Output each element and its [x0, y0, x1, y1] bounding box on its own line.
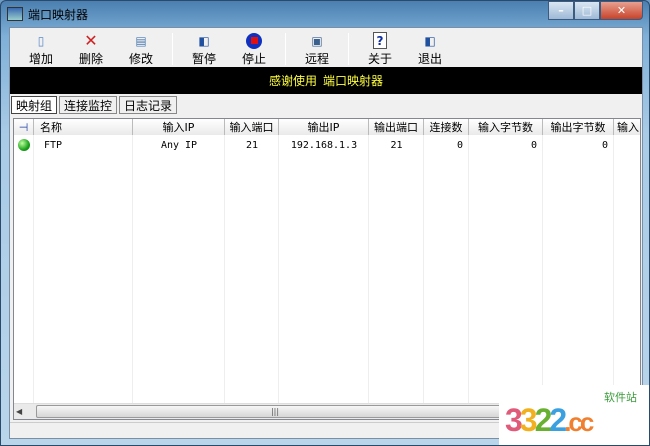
- column-header-connections[interactable]: 连接数: [424, 119, 469, 135]
- toolbar-separator: [285, 33, 286, 65]
- tab-log[interactable]: 日志记录: [119, 96, 178, 114]
- edit-icon: ▤: [135, 33, 147, 48]
- tab-bar: 映射组 连接监控 日志记录: [11, 96, 178, 114]
- pause-label: 暂停: [191, 52, 216, 66]
- column-header-pin-icon[interactable]: ⊣: [14, 119, 34, 135]
- app-window: 端口映射器 – □ ✕ ▯ 增加 ✕ 删除 ▤ 修改 ◧ 暂停 停止 ▣ 远程 ? 关于 ◧…: [0, 0, 650, 446]
- network-computers-icon: ▣: [311, 33, 323, 48]
- column-header-input-more[interactable]: 输入: [614, 119, 640, 135]
- window-title: 端口映射器: [28, 7, 89, 22]
- scroll-left-arrow-icon[interactable]: ◀: [16, 407, 22, 416]
- add-label: 增加: [28, 52, 53, 66]
- banner-app-name: 端口映射器: [323, 74, 384, 88]
- column-header-output-ip[interactable]: 输出IP: [279, 119, 369, 135]
- about-button[interactable]: ? 关于: [355, 31, 405, 67]
- column-header-output-port[interactable]: 输出端口: [369, 119, 424, 135]
- remote-button[interactable]: ▣ 远程: [292, 31, 342, 67]
- table-row[interactable]: FTP Any IP 21 192.168.1.3 21 0 0 0: [14, 137, 614, 153]
- column-header-output-bytes[interactable]: 输出字节数: [543, 119, 614, 135]
- column-header-input-port[interactable]: 输入端口: [225, 119, 279, 135]
- door-icon: ◧: [198, 33, 210, 48]
- edit-label: 修改: [128, 52, 153, 66]
- watermark-subtext: 软件站: [604, 392, 637, 404]
- cell-input-ip: Any IP: [160, 139, 198, 151]
- watermark-logo: 3322.cc 软件站: [499, 385, 649, 445]
- welcome-banner: 感谢使用 端口映射器: [10, 67, 642, 94]
- grid-lines: [14, 135, 614, 405]
- exit-button[interactable]: ◧ 退出: [405, 31, 455, 67]
- help-icon: ?: [373, 32, 387, 49]
- remote-label: 远程: [304, 52, 329, 66]
- cell-output-bytes: 0: [601, 139, 608, 151]
- delete-x-icon: ✕: [84, 31, 98, 50]
- add-button[interactable]: ▯ 增加: [16, 31, 66, 67]
- title-bar: 端口映射器: [7, 4, 88, 24]
- new-document-icon: ▯: [37, 33, 45, 48]
- edit-button[interactable]: ▤ 修改: [116, 31, 166, 67]
- toolbar-separator: [172, 33, 173, 65]
- mapping-table: ⊣ 名称 输入IP 输入端口 输出IP 输出端口 连接数 输入字节数 输出字节数…: [13, 118, 641, 420]
- scrollbar-thumb[interactable]: |||: [36, 405, 514, 418]
- column-header-input-ip[interactable]: 输入IP: [133, 119, 225, 135]
- client-area: ▯ 增加 ✕ 删除 ▤ 修改 ◧ 暂停 停止 ▣ 远程 ? 关于 ◧ 退出 感谢使用 端口映射…: [9, 27, 643, 439]
- tab-mapping-group[interactable]: 映射组: [11, 96, 58, 114]
- app-icon: [7, 7, 23, 21]
- cell-name: FTP: [44, 139, 63, 151]
- table-header: ⊣ 名称 输入IP 输入端口 输出IP 输出端口 连接数 输入字节数 输出字节数…: [14, 119, 640, 135]
- cell-output-port: 21: [390, 139, 403, 151]
- cell-output-ip: 192.168.1.3: [290, 139, 358, 151]
- exit-door-icon: ◧: [424, 33, 436, 48]
- exit-label: 退出: [417, 52, 442, 66]
- minimize-button[interactable]: –: [548, 1, 574, 20]
- toolbar: ▯ 增加 ✕ 删除 ▤ 修改 ◧ 暂停 停止 ▣ 远程 ? 关于 ◧ 退出: [10, 30, 642, 67]
- pause-button[interactable]: ◧ 暂停: [179, 31, 229, 67]
- stop-icon: [245, 32, 263, 49]
- delete-button[interactable]: ✕ 删除: [66, 31, 116, 67]
- stop-button[interactable]: 停止: [229, 31, 279, 67]
- maximize-button[interactable]: □: [574, 1, 600, 20]
- delete-label: 删除: [78, 52, 103, 66]
- tab-connection-monitor[interactable]: 连接监控: [59, 96, 118, 114]
- close-button[interactable]: ✕: [600, 1, 643, 20]
- cell-connections: 0: [456, 139, 463, 151]
- about-label: 关于: [367, 52, 392, 66]
- column-header-name[interactable]: 名称: [34, 119, 133, 135]
- column-header-input-bytes[interactable]: 输入字节数: [469, 119, 543, 135]
- status-active-icon: [14, 137, 34, 153]
- toolbar-separator: [348, 33, 349, 65]
- stop-label: 停止: [241, 52, 266, 66]
- cell-input-bytes: 0: [530, 139, 537, 151]
- cell-input-port: 21: [245, 139, 259, 151]
- banner-text: 感谢使用: [268, 74, 317, 88]
